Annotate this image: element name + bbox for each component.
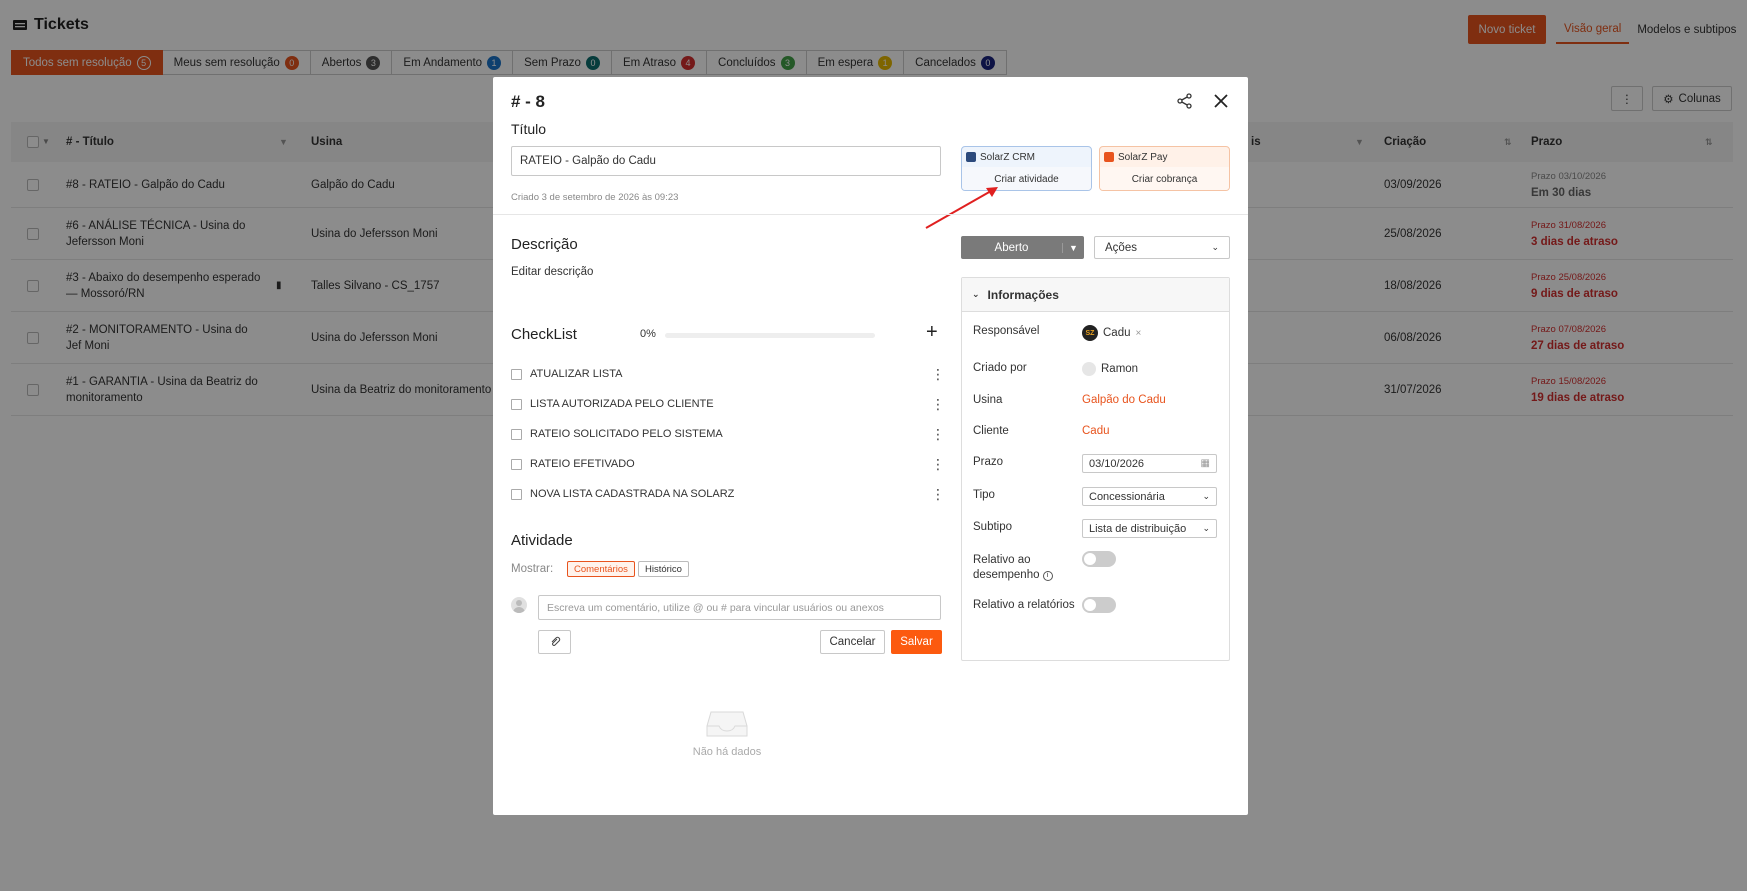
checklist-progress-bar bbox=[665, 333, 875, 338]
relativo-desempenho-line1: Relativo ao bbox=[973, 554, 1031, 566]
checklist-item[interactable]: RATEIO SOLICITADO PELO SISTEMA bbox=[511, 425, 931, 443]
remove-icon[interactable]: × bbox=[1136, 328, 1142, 339]
crm-name: SolarZ CRM bbox=[980, 151, 1036, 163]
empty-inbox-icon bbox=[706, 711, 748, 737]
pay-logo-icon bbox=[1104, 152, 1114, 162]
title-label: Título bbox=[511, 121, 547, 137]
solarz-pay-card[interactable]: SolarZ Pay Criar cobrança bbox=[1099, 146, 1230, 191]
more-vertical-icon[interactable]: ⋮ bbox=[931, 457, 945, 471]
responsavel-label: Responsável bbox=[973, 325, 1040, 337]
checklist-checkbox[interactable] bbox=[511, 488, 522, 500]
checklist-checkbox[interactable] bbox=[511, 368, 522, 380]
info-title: Informações bbox=[987, 287, 1059, 302]
more-vertical-icon[interactable]: ⋮ bbox=[931, 367, 945, 381]
avatar: SZ bbox=[1082, 325, 1098, 341]
annotation-arrow bbox=[925, 187, 998, 229]
checklist-item[interactable]: ATUALIZAR LISTA bbox=[511, 365, 931, 383]
ticket-modal: # - 8 Título RATEIO - Galpão do Cadu Cri… bbox=[493, 77, 1248, 815]
add-checklist-icon[interactable]: + bbox=[926, 321, 938, 344]
info-icon[interactable]: i bbox=[1042, 570, 1053, 581]
responsavel-value[interactable]: SZ Cadu × bbox=[1082, 325, 1141, 341]
show-history-button[interactable]: Histórico bbox=[638, 561, 689, 577]
criado-por-name: Ramon bbox=[1101, 363, 1139, 375]
cancel-button[interactable]: Cancelar bbox=[820, 630, 885, 654]
usina-label: Usina bbox=[973, 394, 1003, 406]
info-header[interactable]: ⌄ Informações bbox=[962, 278, 1229, 312]
more-vertical-icon[interactable]: ⋮ bbox=[931, 397, 945, 411]
avatar bbox=[1082, 362, 1096, 376]
close-icon[interactable] bbox=[1212, 92, 1230, 110]
pay-header: SolarZ Pay bbox=[1100, 147, 1229, 167]
criado-por-value: Ramon bbox=[1082, 362, 1138, 376]
cliente-label: Cliente bbox=[973, 425, 1009, 437]
cliente-link[interactable]: Cadu bbox=[1082, 425, 1110, 437]
crm-header: SolarZ CRM bbox=[962, 147, 1091, 167]
actions-dropdown[interactable]: Ações ⌄ bbox=[1094, 236, 1230, 259]
relativo-desempenho-line2: desempenho bbox=[973, 569, 1040, 581]
divider bbox=[493, 214, 1248, 215]
chevron-down-icon: ⌄ bbox=[1211, 242, 1219, 252]
chevron-down-icon: ⌄ bbox=[1202, 523, 1210, 533]
tipo-select[interactable]: Concessionária ⌄ bbox=[1082, 487, 1217, 506]
checklist-item[interactable]: RATEIO EFETIVADO bbox=[511, 455, 931, 473]
created-info: Criado 3 de setembro de 2026 às 09:23 bbox=[511, 192, 679, 203]
edit-description-link[interactable]: Editar descrição bbox=[511, 266, 593, 278]
checklist-item-label: RATEIO EFETIVADO bbox=[530, 458, 635, 470]
checklist-checkbox[interactable] bbox=[511, 398, 522, 410]
share-icon[interactable] bbox=[1176, 92, 1194, 110]
chevron-down-icon: ▼ bbox=[1062, 242, 1084, 253]
tipo-label: Tipo bbox=[973, 489, 995, 501]
show-label: Mostrar: bbox=[511, 563, 554, 575]
relativo-relatorios-toggle[interactable] bbox=[1082, 597, 1116, 613]
attach-icon[interactable] bbox=[538, 630, 571, 654]
checklist-item-label: LISTA AUTORIZADA PELO CLIENTE bbox=[530, 398, 714, 410]
checklist-item-label: RATEIO SOLICITADO PELO SISTEMA bbox=[530, 428, 723, 440]
checklist-progress-text: 0% bbox=[640, 328, 656, 340]
chevron-down-icon: ⌄ bbox=[1202, 491, 1210, 501]
subtipo-select[interactable]: Lista de distribuição ⌄ bbox=[1082, 519, 1217, 538]
subtipo-value: Lista de distribuição bbox=[1089, 522, 1187, 535]
more-vertical-icon[interactable]: ⋮ bbox=[931, 427, 945, 441]
more-vertical-icon[interactable]: ⋮ bbox=[931, 487, 945, 501]
checklist-label: CheckList bbox=[511, 326, 577, 343]
pay-name: SolarZ Pay bbox=[1118, 151, 1168, 163]
info-panel: ⌄ Informações Responsável SZ Cadu × Cria… bbox=[961, 277, 1230, 661]
relativo-relatorios-label: Relativo a relatórios bbox=[973, 599, 1075, 611]
tipo-value: Concessionária bbox=[1089, 490, 1165, 503]
calendar-icon: ▦ bbox=[1200, 458, 1210, 469]
prazo-label: Prazo bbox=[973, 456, 1004, 468]
checklist-item[interactable]: NOVA LISTA CADASTRADA NA SOLARZ bbox=[511, 485, 931, 503]
save-button[interactable]: Salvar bbox=[891, 630, 942, 654]
show-comments-button[interactable]: Comentários bbox=[567, 561, 635, 577]
comment-input[interactable]: Escreva um comentário, utilize @ ou # pa… bbox=[538, 595, 941, 620]
actions-label: Ações bbox=[1105, 241, 1137, 254]
relativo-desempenho-label: Relativo ao desempenho i bbox=[973, 553, 1053, 583]
prazo-date-input[interactable]: 03/10/2026 ▦ bbox=[1082, 454, 1217, 473]
status-dropdown[interactable]: Aberto ▼ bbox=[961, 236, 1084, 259]
checklist-checkbox[interactable] bbox=[511, 458, 522, 470]
avatar bbox=[511, 597, 527, 613]
title-input[interactable]: RATEIO - Galpão do Cadu bbox=[511, 146, 941, 176]
checklist-checkbox[interactable] bbox=[511, 428, 522, 440]
checklist-item-label: NOVA LISTA CADASTRADA NA SOLARZ bbox=[530, 488, 735, 500]
criado-por-label: Criado por bbox=[973, 362, 1027, 374]
status-value: Aberto bbox=[994, 241, 1029, 254]
subtipo-label: Subtipo bbox=[973, 521, 1013, 533]
checklist-item-label: ATUALIZAR LISTA bbox=[530, 368, 623, 380]
responsavel-name: Cadu bbox=[1103, 327, 1131, 339]
activity-label: Atividade bbox=[511, 532, 573, 549]
prazo-value: 03/10/2026 bbox=[1089, 457, 1145, 470]
chevron-down-icon: ⌄ bbox=[972, 289, 980, 299]
ticket-id: # - 8 bbox=[511, 92, 546, 111]
checklist-item[interactable]: LISTA AUTORIZADA PELO CLIENTE bbox=[511, 395, 931, 413]
empty-state: Não há dados bbox=[692, 746, 762, 758]
create-charge-button[interactable]: Criar cobrança bbox=[1100, 167, 1229, 190]
description-label: Descrição bbox=[511, 236, 578, 253]
usina-link[interactable]: Galpão do Cadu bbox=[1082, 394, 1166, 406]
crm-logo-icon bbox=[966, 152, 976, 162]
relativo-desempenho-toggle[interactable] bbox=[1082, 551, 1116, 567]
